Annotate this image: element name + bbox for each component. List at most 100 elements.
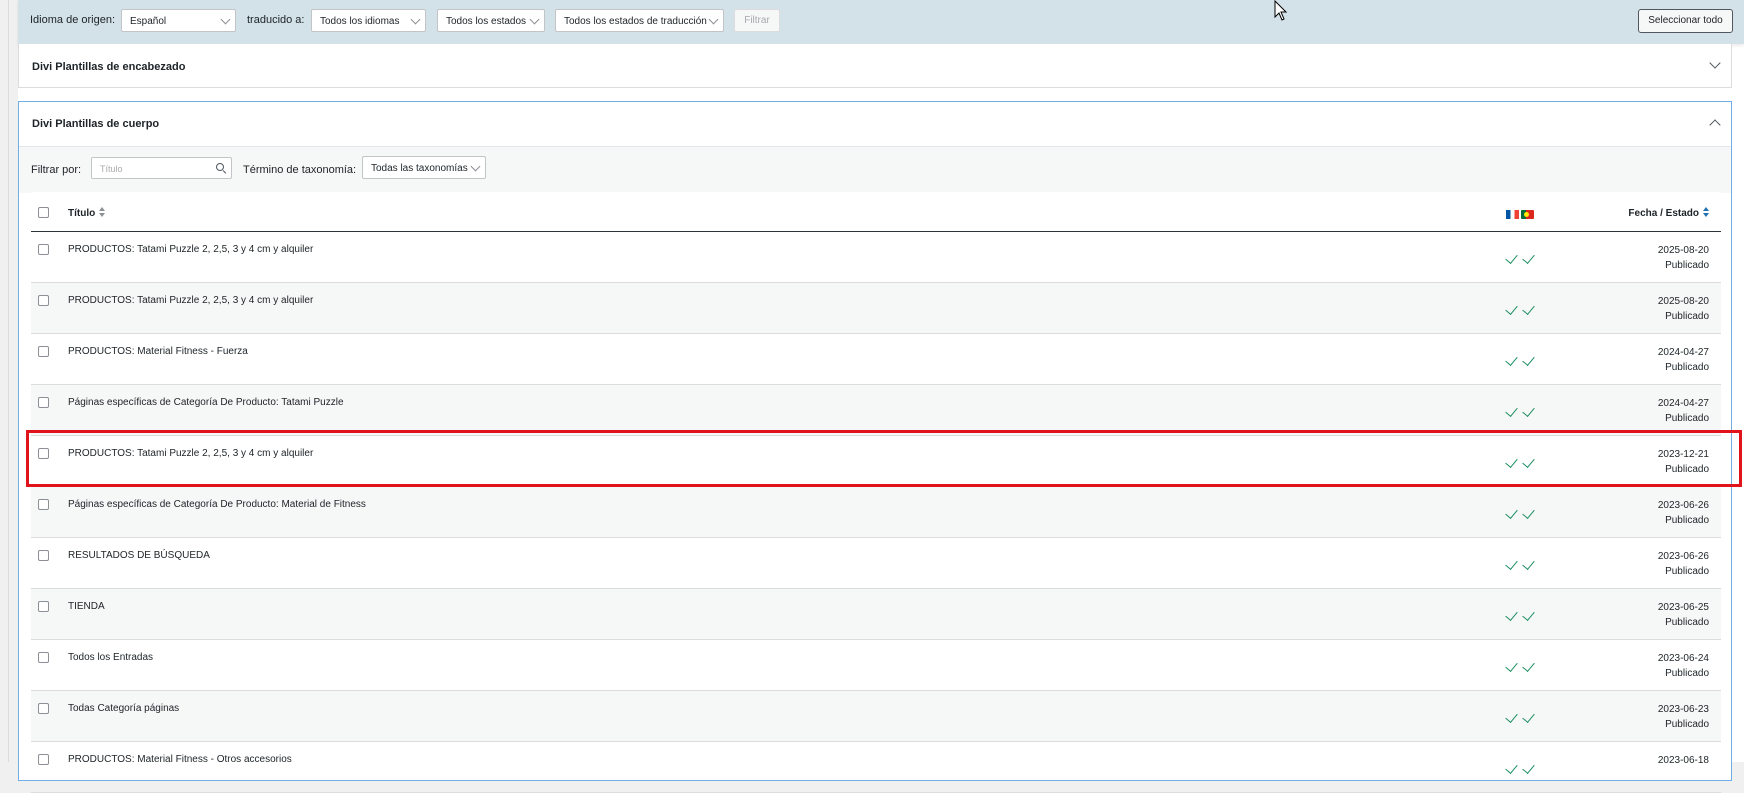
row-title[interactable]: Todas Categoría páginas (68, 703, 179, 714)
filter-button[interactable]: Filtrar (734, 9, 780, 32)
taxonomy-value: Todas las taxonomías (371, 163, 468, 174)
row-title[interactable]: PRODUCTOS: Tatami Puzzle 2, 2,5, 3 y 4 c… (68, 448, 313, 459)
header-templates-section[interactable]: Divi Plantillas de encabezado (18, 44, 1732, 88)
title-search-field[interactable] (91, 157, 232, 179)
status-value: Todos los estados (446, 16, 527, 27)
source-language-select[interactable]: Español (121, 9, 236, 32)
row-title[interactable]: PRODUCTOS: Tatami Puzzle 2, 2,5, 3 y 4 c… (68, 295, 313, 306)
select-all-checkbox[interactable] (38, 207, 49, 218)
row-checkbox[interactable] (38, 244, 49, 255)
translation-status[interactable] (1504, 404, 1538, 417)
row-status: Publicado (1665, 617, 1709, 628)
check-icon[interactable] (1522, 404, 1535, 417)
target-language-value: Todos los idiomas (320, 16, 400, 27)
row-status: Publicado (1665, 413, 1709, 424)
row-checkbox[interactable] (38, 397, 49, 408)
check-icon[interactable] (1522, 608, 1535, 621)
row-status: Publicado (1665, 362, 1709, 373)
check-icon[interactable] (1522, 455, 1535, 468)
table-row: PRODUCTOS: Material Fitness - Otros acce… (31, 742, 1721, 793)
check-icon[interactable] (1505, 608, 1518, 621)
check-icon[interactable] (1505, 404, 1518, 417)
row-title[interactable]: PRODUCTOS: Material Fitness - Otros acce… (68, 754, 292, 765)
row-title[interactable]: PRODUCTOS: Material Fitness - Fuerza (68, 346, 248, 357)
row-title[interactable]: Todos los Entradas (68, 652, 153, 663)
check-icon[interactable] (1522, 557, 1535, 570)
chevron-up-icon[interactable] (1709, 119, 1721, 131)
target-language-select[interactable]: Todos los idiomas (311, 9, 426, 32)
table-row: RESULTADOS DE BÚSQUEDA 2023-06-26 Public… (31, 538, 1721, 589)
translation-status-select[interactable]: Todos los estados de traducción (555, 9, 724, 32)
chevron-down-icon (529, 14, 540, 25)
chevron-down-icon (220, 14, 231, 25)
check-icon[interactable] (1505, 302, 1518, 315)
row-checkbox[interactable] (38, 601, 49, 612)
row-title[interactable]: Páginas específicas de Categoría De Prod… (68, 397, 344, 408)
row-checkbox[interactable] (38, 703, 49, 714)
row-title[interactable]: PRODUCTOS: Tatami Puzzle 2, 2,5, 3 y 4 c… (68, 244, 313, 255)
row-checkbox[interactable] (38, 652, 49, 663)
row-checkbox[interactable] (38, 295, 49, 306)
date-status-column-header[interactable]: Fecha / Estado (1628, 207, 1709, 219)
row-date: 2023-06-23 (1657, 704, 1709, 715)
translation-status[interactable] (1504, 659, 1538, 672)
check-icon[interactable] (1522, 506, 1535, 519)
check-icon[interactable] (1505, 710, 1518, 723)
row-checkbox[interactable] (38, 346, 49, 357)
table-row: Todos los Entradas 2023-06-24 Publicado (31, 640, 1721, 691)
translation-status[interactable] (1504, 557, 1538, 570)
check-icon[interactable] (1505, 353, 1518, 366)
row-title[interactable]: TIENDA (68, 601, 105, 612)
translation-status[interactable] (1504, 455, 1538, 468)
check-icon[interactable] (1505, 455, 1518, 468)
title-search-input[interactable] (92, 158, 210, 178)
title-column-header[interactable]: Título (68, 207, 106, 219)
translation-status[interactable] (1504, 302, 1538, 315)
translation-management-panel: Idioma de origen: Español traducido a: T… (18, 0, 1744, 793)
row-title[interactable]: RESULTADOS DE BÚSQUEDA (68, 550, 210, 561)
fr-flag-icon (1506, 210, 1519, 219)
left-panel-edge (8, 0, 9, 762)
check-icon[interactable] (1505, 557, 1518, 570)
row-date: 2024-04-27 (1657, 347, 1709, 358)
search-icon[interactable] (216, 163, 224, 171)
translation-status[interactable] (1504, 506, 1538, 519)
select-all-button[interactable]: Seleccionar todo (1638, 9, 1733, 33)
row-checkbox[interactable] (38, 550, 49, 561)
source-language-label: Idioma de origen: (30, 14, 115, 26)
section-header[interactable]: Divi Plantillas de cuerpo (19, 102, 1731, 147)
translation-status[interactable] (1504, 251, 1538, 264)
table-row: Páginas específicas de Categoría De Prod… (31, 385, 1721, 436)
row-date: 2023-06-26 (1657, 551, 1709, 562)
status-select[interactable]: Todos los estados (437, 9, 545, 32)
check-icon[interactable] (1505, 659, 1518, 672)
sort-icon[interactable] (99, 207, 106, 217)
check-icon[interactable] (1505, 506, 1518, 519)
translation-status[interactable] (1504, 608, 1538, 621)
row-date: 2023-06-26 (1657, 500, 1709, 511)
pt-flag-icon (1521, 210, 1534, 219)
section-filter-bar: Filtrar por: Término de taxonomía: Todas… (19, 147, 1731, 193)
row-checkbox[interactable] (38, 448, 49, 459)
row-checkbox[interactable] (38, 754, 49, 765)
check-icon[interactable] (1522, 251, 1535, 264)
row-checkbox[interactable] (38, 499, 49, 510)
taxonomy-select[interactable]: Todas las taxonomías (362, 156, 486, 179)
row-status: Publicado (1665, 260, 1709, 271)
sort-icon[interactable] (1703, 207, 1709, 217)
check-icon[interactable] (1522, 353, 1535, 366)
translation-status[interactable] (1504, 710, 1538, 723)
check-icon[interactable] (1522, 302, 1535, 315)
check-icon[interactable] (1505, 251, 1518, 264)
section-title: Divi Plantillas de cuerpo (32, 118, 160, 130)
check-icon[interactable] (1522, 761, 1535, 774)
check-icon[interactable] (1522, 710, 1535, 723)
row-title[interactable]: Páginas específicas de Categoría De Prod… (68, 499, 366, 510)
row-date: 2023-06-25 (1657, 602, 1709, 613)
check-icon[interactable] (1522, 659, 1535, 672)
translation-status-value: Todos los estados de traducción (564, 16, 707, 27)
translation-status[interactable] (1504, 761, 1538, 774)
translation-status[interactable] (1504, 353, 1538, 366)
check-icon[interactable] (1505, 761, 1518, 774)
chevron-down-icon[interactable] (1709, 57, 1721, 69)
